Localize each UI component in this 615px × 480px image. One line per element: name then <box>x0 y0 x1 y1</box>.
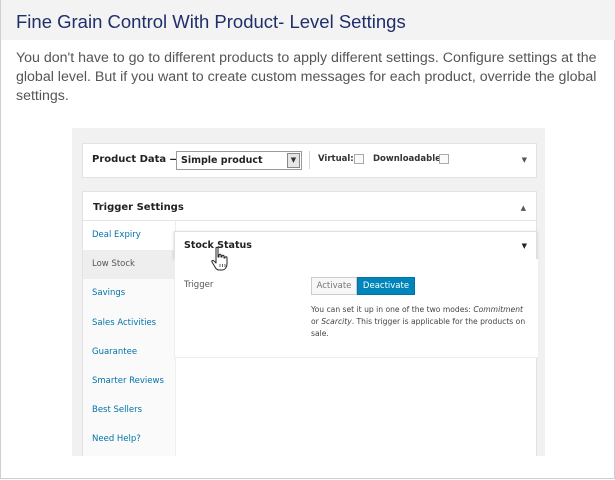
virtual-checkbox[interactable] <box>354 154 364 164</box>
product-type-select[interactable]: Simple product ▼ <box>176 151 302 170</box>
tab-guarantee[interactable]: Guarantee <box>83 338 175 367</box>
caret-up-icon[interactable]: ▲ <box>521 204 526 212</box>
caret-down-icon[interactable]: ▼ <box>522 156 527 164</box>
trigger-help-text: You can set it up in one of the two mode… <box>311 304 531 340</box>
hand-pointer-icon <box>211 246 228 271</box>
feature-card: Fine Grain Control With Product- Level S… <box>0 0 615 479</box>
trigger-settings-title: Trigger Settings <box>93 202 184 213</box>
downloadable-label: Downloadable: <box>373 154 445 164</box>
virtual-label: Virtual: <box>318 154 354 164</box>
tab-need-help[interactable]: Need Help? <box>83 425 175 454</box>
tab-best-sellers[interactable]: Best Sellers <box>83 396 175 425</box>
product-data-label: Product Data — <box>92 154 180 165</box>
trigger-tabs: Deal Expiry Low Stock Savings Sales Acti… <box>83 221 176 456</box>
title-bar: Fine Grain Control With Product- Level S… <box>1 0 615 40</box>
help-mode-commitment: Commitment <box>473 305 524 314</box>
help-text: You can set it up in one of the two mode… <box>311 305 474 314</box>
settings-screenshot: Product Data — Simple product ▼ Virtual:… <box>72 128 545 456</box>
divider <box>309 151 310 169</box>
tab-label: Smarter Reviews <box>92 376 164 386</box>
trigger-label: Trigger <box>184 280 214 290</box>
tab-label: Deal Expiry <box>92 230 141 240</box>
tab-label: Best Sellers <box>92 405 143 415</box>
deactivate-button[interactable]: Deactivate <box>357 277 415 295</box>
tab-label: Savings <box>92 288 126 298</box>
stock-status-body: Trigger Activate Deactivate You can set … <box>174 259 539 358</box>
chevron-down-icon: ▼ <box>287 153 300 168</box>
activate-button[interactable]: Activate <box>311 277 357 295</box>
downloadable-checkbox[interactable] <box>439 154 449 164</box>
product-type-value: Simple product <box>181 155 263 166</box>
help-text: or <box>311 317 322 326</box>
tab-smarter-reviews[interactable]: Smarter Reviews <box>83 367 175 396</box>
tab-deal-expiry[interactable]: Deal Expiry <box>83 221 175 250</box>
tab-label: Low Stock <box>92 259 135 269</box>
tab-label: Sales Activities <box>92 318 157 328</box>
product-data-bar: Product Data — Simple product ▼ Virtual:… <box>82 143 537 178</box>
caret-down-icon: ▼ <box>521 242 527 250</box>
tab-label: Need Help? <box>92 434 141 444</box>
tab-sales-activities[interactable]: Sales Activities <box>83 309 175 338</box>
tab-low-stock[interactable]: Low Stock <box>83 250 175 279</box>
feature-description: You don't have to go to different produc… <box>16 50 597 104</box>
tab-savings[interactable]: Savings <box>83 279 175 308</box>
help-mode-scarcity: Scarcity <box>321 317 352 326</box>
page-title: Fine Grain Control With Product- Level S… <box>16 11 406 32</box>
tab-label: Guarantee <box>92 347 138 357</box>
